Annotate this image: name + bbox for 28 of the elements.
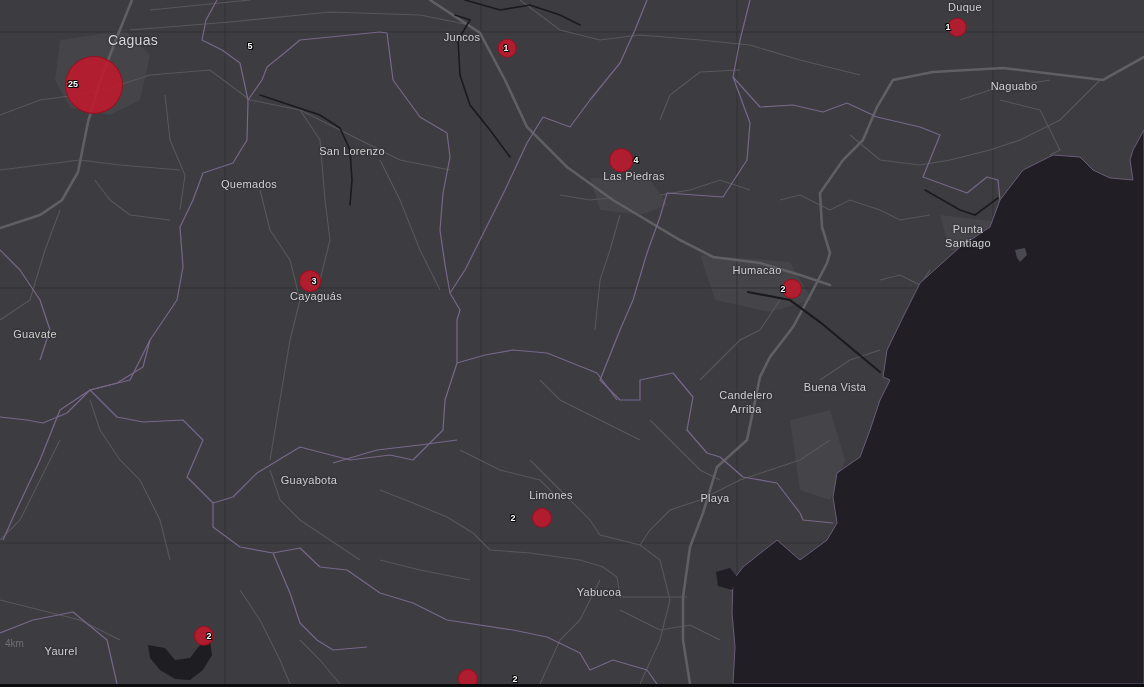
- place-label: Punta Santiago: [945, 223, 991, 251]
- place-label: Limones: [529, 489, 573, 503]
- place-label: Guayabota: [280, 474, 338, 488]
- place-label: Naguabo: [990, 80, 1038, 94]
- cluster-count: 1: [503, 43, 509, 53]
- place-label: Cayaguás: [290, 290, 342, 304]
- place-label: San Lorenzo: [319, 145, 385, 159]
- cluster-count: 1: [945, 22, 951, 32]
- cluster-count: 4: [633, 155, 639, 165]
- cluster-count: 5: [247, 41, 253, 51]
- place-label: Candelero Arriba: [719, 389, 773, 417]
- cluster-count: 3: [311, 276, 317, 286]
- place-label: Humacao: [732, 264, 782, 278]
- place-label: Guavate: [13, 328, 57, 342]
- place-label: Buena Vista: [803, 381, 867, 395]
- place-label: Duque: [948, 1, 982, 15]
- cluster-count: 25: [68, 79, 78, 89]
- place-label: Las Piedras: [603, 170, 665, 184]
- cluster-count: 2: [510, 513, 516, 523]
- place-label: Quemados: [220, 178, 278, 192]
- place-label: Caguas: [107, 32, 159, 50]
- place-label: Yabucoa: [576, 586, 622, 600]
- place-label: Playa: [700, 492, 730, 506]
- cluster-count: 2: [206, 631, 212, 641]
- cluster-count: 2: [512, 674, 518, 684]
- place-label: Yaurel: [44, 645, 78, 659]
- place-label: Juncos: [443, 31, 481, 45]
- cluster-count: 2: [780, 284, 786, 294]
